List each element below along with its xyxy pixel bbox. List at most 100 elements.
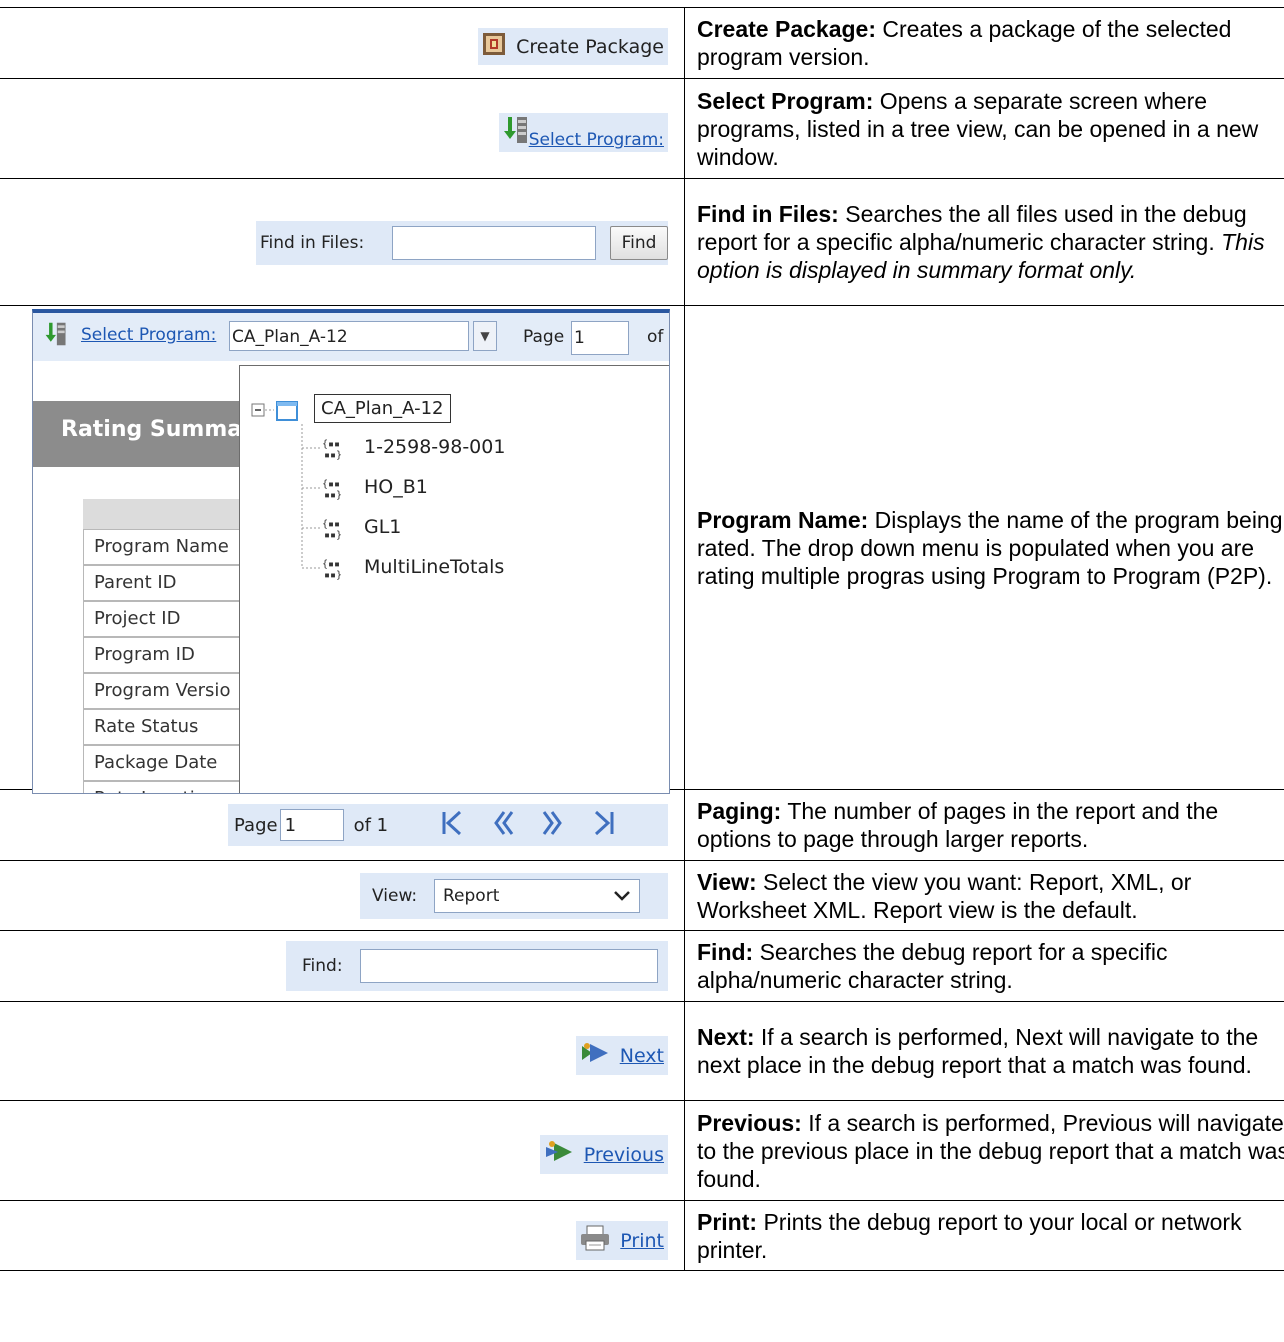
- desc-cell: Previous: If a search is performed, Prev…: [684, 1100, 1284, 1201]
- summary-title: Rating Summar: [61, 417, 253, 442]
- tree-child-node[interactable]: HO_B1: [364, 476, 428, 498]
- prev-page-icon[interactable]: [492, 808, 514, 843]
- desc-cell: Print: Prints the debug report to your l…: [684, 1200, 1284, 1271]
- tree-child-node[interactable]: MultiLineTotals: [364, 556, 504, 578]
- term: Find:: [697, 939, 754, 965]
- find-in-files-input[interactable]: [392, 226, 596, 260]
- paging-bar: Page 1 of 1: [228, 804, 668, 846]
- find-in-files-bar: Find in Files: Find: [256, 221, 668, 265]
- ui-cell: Page 1 of 1: [0, 789, 685, 861]
- view-bar: View: Report: [360, 873, 668, 919]
- next-button[interactable]: Next: [575, 1036, 668, 1075]
- select-program-icon: [43, 321, 69, 352]
- desc-cell: View: Select the view you want: Report, …: [684, 860, 1284, 931]
- ui-cell: Find:: [0, 930, 685, 1002]
- description: Searches the debug report for a specific…: [697, 939, 1168, 993]
- view-label: View:: [372, 886, 418, 906]
- first-page-icon[interactable]: [440, 808, 464, 843]
- page-label: Page: [234, 814, 278, 836]
- term: Previous:: [697, 1109, 802, 1136]
- table-row: Select Program: CA_Plan_A-12 ▼ Page 1 of…: [0, 305, 1284, 794]
- tree-child-node[interactable]: 1-2598-98-001: [364, 436, 505, 458]
- ui-cell: Create Package: [0, 7, 685, 79]
- table-row: Create Package Create Package: Creates a…: [0, 7, 1284, 79]
- description: If a search is performed, Next will navi…: [697, 1024, 1259, 1078]
- program-icon: {▪▪ ▪▪}: [322, 438, 346, 461]
- previous-button[interactable]: Previous: [539, 1135, 668, 1174]
- page-input[interactable]: 1: [571, 321, 629, 355]
- find-input[interactable]: [360, 949, 658, 983]
- select-program-link[interactable]: Select Program:: [81, 325, 216, 345]
- next-icon: [580, 1040, 610, 1071]
- find-label: Find:: [302, 956, 343, 976]
- page-of-label: of 1: [353, 814, 389, 836]
- desc-cell: Paging: The number of pages in the repor…: [684, 789, 1284, 861]
- desc-cell: Next: If a search is performed, Next wil…: [684, 1001, 1284, 1101]
- svg-text:{▪▪: {▪▪: [322, 479, 340, 490]
- print-button[interactable]: Print: [576, 1221, 668, 1260]
- table-row: Select Program: Select Program: Opens a …: [0, 78, 1284, 179]
- svg-text:▪▪}: ▪▪}: [324, 530, 342, 540]
- of-label: of: [647, 327, 664, 347]
- svg-text:{▪▪: {▪▪: [322, 519, 340, 530]
- find-in-files-label: Find in Files:: [260, 233, 365, 253]
- program-selector-screenshot: Select Program: CA_Plan_A-12 ▼ Page 1 of…: [32, 309, 670, 794]
- term: Program Name:: [697, 506, 869, 533]
- term: Create Package:: [697, 16, 876, 42]
- svg-text:▪▪}: ▪▪}: [324, 570, 342, 580]
- desc-cell: Select Program: Opens a separate screen …: [684, 78, 1284, 179]
- svg-text:▪▪}: ▪▪}: [324, 450, 342, 460]
- term: Paging:: [697, 798, 782, 824]
- desc-cell: Find: Searches the debug report for a sp…: [684, 930, 1284, 1002]
- svg-text:▪▪}: ▪▪}: [324, 490, 342, 500]
- folder-icon: [276, 400, 298, 427]
- program-tree-popup: CA_Plan_A-12 {▪▪ ▪▪} 1-2598-98-001 {▪▪ ▪▪}…: [239, 365, 669, 793]
- create-package-label: Create Package: [516, 35, 664, 58]
- create-package-button[interactable]: Create Package: [478, 28, 668, 65]
- table-row: Previous Previous: If a search is perfor…: [0, 1100, 1284, 1201]
- next-page-icon[interactable]: [542, 808, 564, 843]
- program-icon: {▪▪ ▪▪}: [322, 558, 346, 581]
- description: Select the view you want: Report, XML, o…: [697, 868, 1192, 923]
- reference-table: Create Package Create Package: Creates a…: [0, 7, 1284, 1271]
- table-row: Page 1 of 1 Paging: The number of pages …: [0, 789, 1284, 861]
- ui-cell: Previous: [0, 1100, 685, 1201]
- table-row: Next Next: If a search is performed, Nex…: [0, 1001, 1284, 1101]
- program-icon: {▪▪ ▪▪}: [322, 518, 346, 541]
- chevron-down-icon[interactable]: ▼: [473, 321, 497, 351]
- desc-cell: Program Name: Displays the name of the p…: [684, 305, 1284, 790]
- previous-label: Previous: [583, 1143, 664, 1166]
- term: Print:: [697, 1208, 758, 1235]
- ui-cell: Select Program: CA_Plan_A-12 ▼ Page 1 of…: [0, 305, 685, 794]
- table-row: Find in Files: Find Find in Files: Searc…: [0, 178, 1284, 306]
- desc-cell: Find in Files: Searches the all files us…: [684, 178, 1284, 306]
- ui-cell: Select Program:: [0, 78, 685, 179]
- tree-lines: [251, 403, 320, 569]
- next-label: Next: [619, 1044, 664, 1067]
- program-select[interactable]: CA_Plan_A-12: [229, 321, 469, 351]
- page-label: Page: [523, 327, 565, 347]
- tree-child-node[interactable]: GL1: [364, 516, 401, 538]
- last-page-icon[interactable]: [592, 808, 616, 843]
- ui-cell: Next: [0, 1001, 685, 1101]
- term: Find in Files:: [697, 201, 839, 227]
- program-icon: {▪▪ ▪▪}: [322, 478, 346, 501]
- tree-root-node[interactable]: CA_Plan_A-12: [314, 394, 451, 423]
- desc-cell: Create Package: Creates a package of the…: [684, 7, 1284, 79]
- chevron-down-icon: [613, 880, 631, 923]
- find-button[interactable]: Find: [610, 226, 668, 260]
- ui-cell: View: Report: [0, 860, 685, 931]
- printer-icon: [580, 1225, 610, 1256]
- package-icon: [482, 32, 506, 61]
- find-bar: Find:: [286, 941, 668, 991]
- view-select[interactable]: Report: [434, 879, 640, 913]
- term: Select Program:: [697, 87, 874, 114]
- svg-text:{▪▪: {▪▪: [322, 559, 340, 570]
- ui-cell: Print: [0, 1200, 685, 1271]
- page-input[interactable]: 1: [279, 809, 344, 841]
- table-row: Find: Find: Searches the debug report fo…: [0, 930, 1284, 1002]
- select-program-link[interactable]: Select Program:: [498, 113, 668, 152]
- table-row: View: Report View: Select the view you w…: [0, 860, 1284, 931]
- view-selected: Report: [443, 886, 500, 906]
- select-program-icon: [503, 115, 529, 150]
